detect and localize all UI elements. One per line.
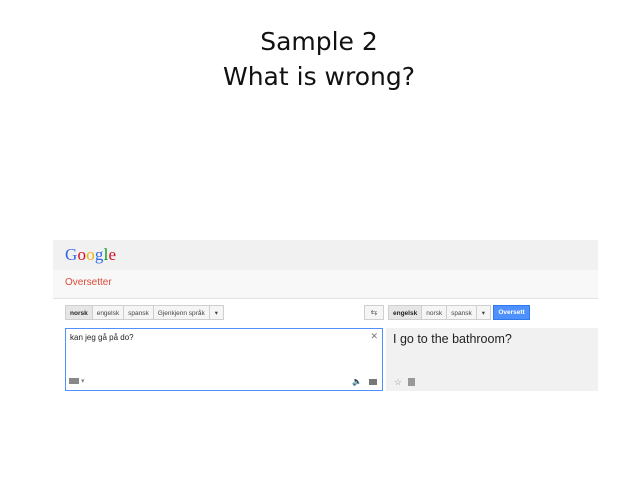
google-logo[interactable]: Google [65,245,116,265]
clear-icon[interactable]: ✕ [370,331,378,342]
swap-languages-icon[interactable]: ⇆ [364,305,384,320]
logo-letter: G [65,245,78,264]
document-icon[interactable] [408,378,415,386]
slide-title-line1: Sample 2 [260,27,378,56]
page-title: Oversetter [65,277,112,288]
target-lang-engelsk[interactable]: engelsk [388,305,423,320]
translation-output: I go to the bathroom? ☆ [386,328,598,391]
logo-letter: g [94,245,104,264]
translation-text: I go to the bathroom? [393,332,512,346]
sub-bar: Oversetter [53,270,598,299]
source-lang-spansk[interactable]: spansk [123,305,154,320]
star-icon[interactable]: ☆ [394,377,402,388]
source-lang-norsk[interactable]: norsk [65,305,93,320]
speaker-icon[interactable]: 🔈 [352,377,362,386]
target-lang-dropdown[interactable]: ▾ [475,305,491,320]
target-lang-norsk[interactable]: norsk [421,305,448,320]
comment-icon[interactable] [369,379,377,385]
source-lang-dropdown[interactable]: ▾ [208,305,224,320]
logo-letter: e [108,245,117,264]
source-lang-engelsk[interactable]: engelsk [91,305,125,320]
source-language-bar: norsk engelsk spansk Gjenkjenn språk ▾ [65,305,224,320]
translate-button[interactable]: Oversett [493,305,530,320]
source-text-input[interactable]: kan jeg gå på do? ✕ ▾ 🔈 [65,328,383,391]
source-lang-detect[interactable]: Gjenkjenn språk [152,305,210,320]
target-lang-spansk[interactable]: spansk [446,305,477,320]
slide-title-line2: What is wrong? [222,62,415,91]
logo-letter: o [77,245,87,264]
top-bar: Google [53,240,598,270]
target-language-bar: engelsk norsk spansk ▾ [388,305,491,320]
translate-screenshot: Google Oversetter norsk engelsk spansk G… [53,240,598,392]
logo-letter: o [86,245,95,264]
keyboard-icon[interactable]: ▾ [69,377,85,385]
source-text[interactable]: kan jeg gå på do? [70,333,134,342]
